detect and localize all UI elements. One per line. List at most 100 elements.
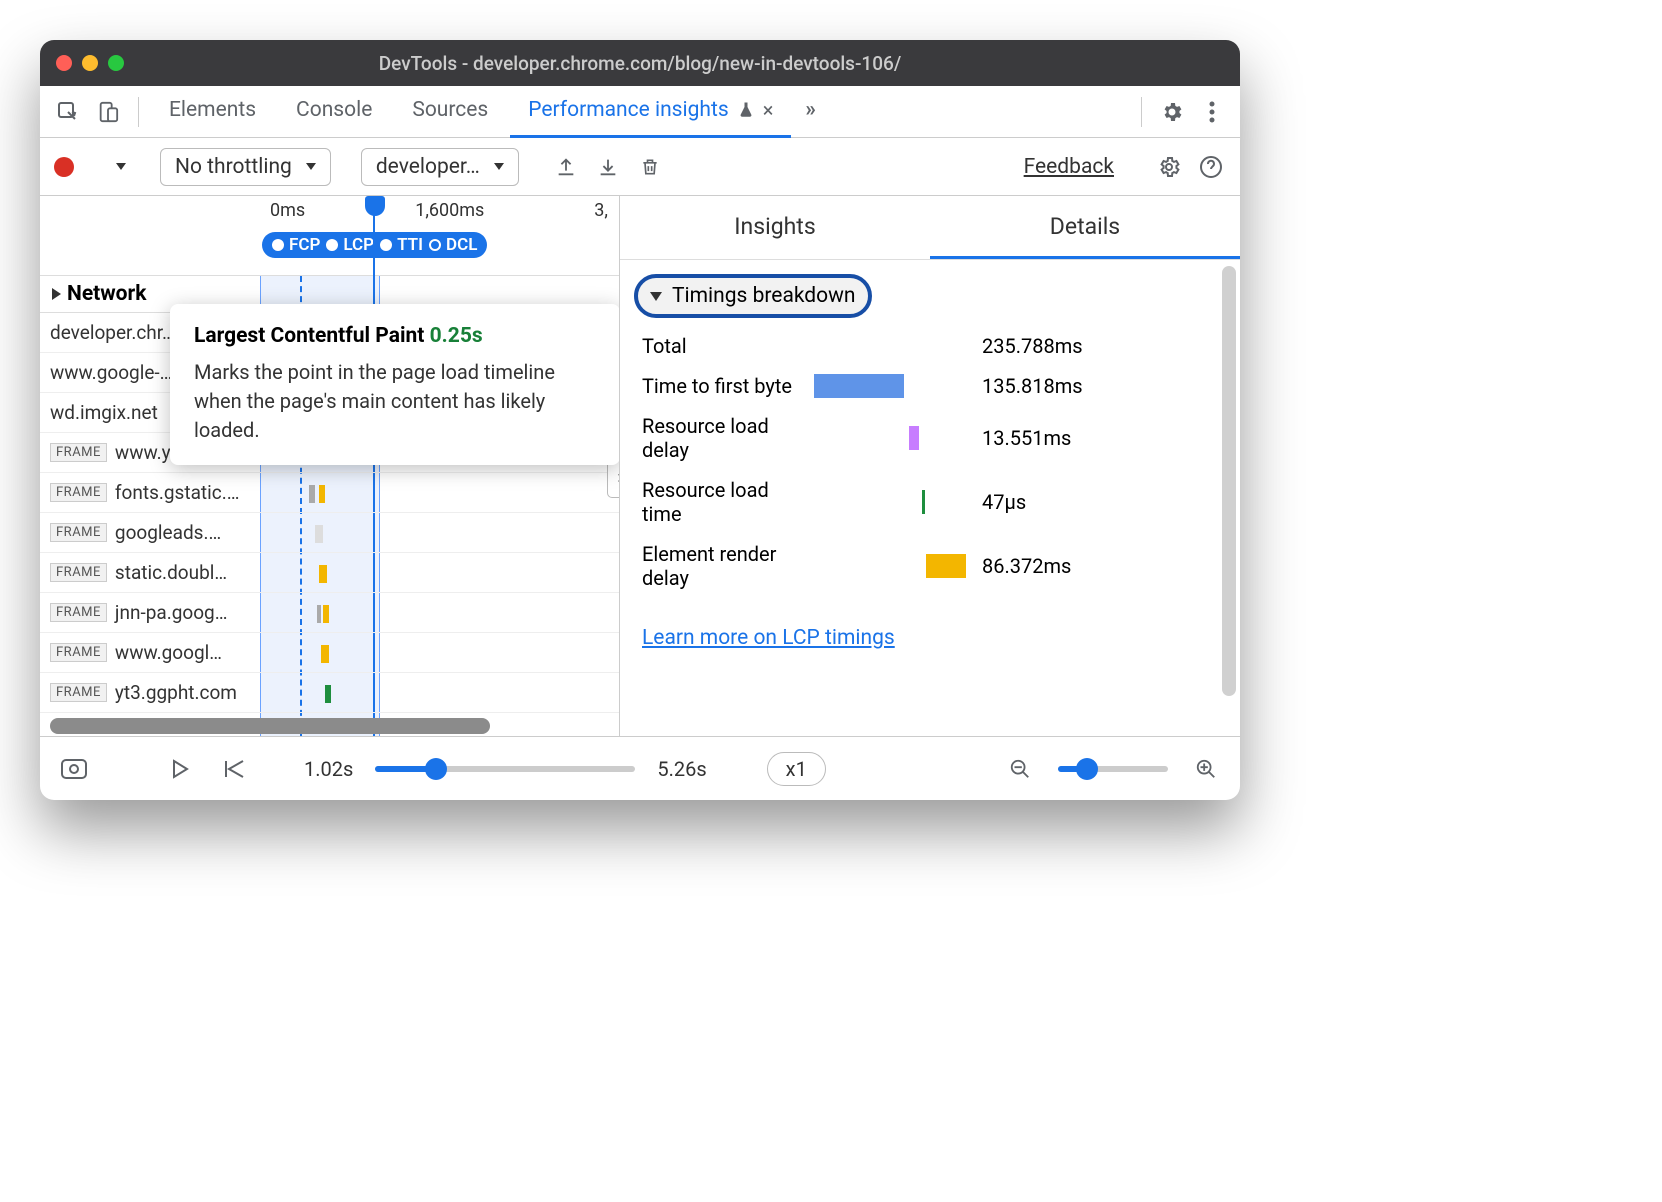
inspect-icon[interactable]: [50, 94, 86, 130]
play-icon[interactable]: [164, 753, 196, 785]
metric-bar-track: [814, 554, 964, 578]
network-row[interactable]: FRAME www.googl…: [40, 633, 619, 673]
host-label: wd.imgix.net: [50, 401, 158, 424]
zoom-slider[interactable]: [1058, 766, 1168, 772]
tab-sources[interactable]: Sources: [394, 86, 506, 138]
host-label: fonts.gstatic.…: [115, 481, 240, 504]
network-row[interactable]: FRAME jnn-pa.goog…: [40, 593, 619, 633]
details-pane: Insights Details Timings breakdown Total…: [620, 196, 1240, 736]
metric-label: Resource load delay: [642, 414, 802, 462]
host-label: googleads.…: [115, 521, 221, 544]
marker-dcl[interactable]: DCL: [429, 235, 477, 255]
metric-bar-track: [814, 374, 964, 398]
playback-footer: 1.02s 5.26s x1: [40, 736, 1240, 800]
help-icon[interactable]: [1196, 152, 1226, 182]
chevron-down-icon: [306, 163, 316, 170]
minimize-window-button[interactable]: [82, 55, 98, 71]
network-row[interactable]: FRAME static.doubl…: [40, 553, 619, 593]
feedback-link[interactable]: Feedback: [1024, 155, 1114, 179]
vertical-scrollbar[interactable]: [1222, 266, 1236, 696]
throttle-select[interactable]: No throttling: [160, 148, 331, 186]
time-slider[interactable]: [375, 766, 635, 772]
tab-console[interactable]: Console: [278, 86, 390, 138]
network-row[interactable]: FRAME fonts.gstatic.…: [40, 473, 619, 513]
frame-badge: FRAME: [50, 483, 107, 502]
maximize-window-button[interactable]: [108, 55, 124, 71]
tick-label: 3,: [594, 200, 608, 221]
marker-tti[interactable]: TTI: [380, 235, 423, 255]
marker-lcp[interactable]: LCP: [326, 235, 374, 255]
record-button[interactable]: [54, 157, 74, 177]
tab-details[interactable]: Details: [930, 196, 1240, 259]
window-title: DevTools - developer.chrome.com/blog/new…: [379, 52, 901, 75]
tab-label: Performance insights: [528, 98, 728, 122]
metric-value: 86.372ms: [982, 554, 1071, 578]
download-icon[interactable]: [593, 152, 623, 182]
host-label: jnn-pa.goog…: [115, 601, 228, 624]
host-label: static.doubl…: [115, 561, 227, 584]
tooltip-title: Largest Contentful Paint: [194, 324, 424, 348]
host-label: www.googl…: [115, 641, 222, 664]
perf-toolbar: No throttling developer… Feedback: [40, 138, 1240, 196]
kebab-menu-icon[interactable]: [1194, 94, 1230, 130]
metric-label: Time to first byte: [642, 374, 802, 398]
slider-thumb[interactable]: [1076, 758, 1098, 780]
metric-label: Element render delay: [642, 542, 802, 590]
marker-fcp[interactable]: FCP: [272, 235, 320, 255]
settings-icon[interactable]: [1154, 94, 1190, 130]
frame-badge: FRAME: [50, 563, 107, 582]
lcp-tooltip: Largest Contentful Paint 0.25s Marks the…: [170, 304, 620, 465]
horizontal-scrollbar[interactable]: [50, 718, 490, 734]
devtools-tabbar: Elements Console Sources Performance ins…: [40, 86, 1240, 138]
timings-breakdown-header[interactable]: Timings breakdown: [634, 274, 872, 318]
device-toggle-icon[interactable]: [90, 94, 126, 130]
timing-markers: FCP LCP TTI DCL: [262, 232, 487, 258]
frame-badge: FRAME: [50, 643, 107, 662]
network-row[interactable]: FRAME yt3.ggpht.com: [40, 673, 619, 713]
upload-icon[interactable]: [551, 152, 581, 182]
tooltip-description: Marks the point in the page load timelin…: [194, 358, 596, 445]
tick-label: 0ms: [270, 200, 305, 221]
metric-row: Time to first byte 135.818ms: [620, 366, 1240, 406]
playhead-handle[interactable]: [365, 196, 385, 216]
tab-performance-insights[interactable]: Performance insights ×: [510, 86, 791, 138]
close-window-button[interactable]: [56, 55, 72, 71]
host-label: www.google-…: [50, 361, 172, 384]
learn-more-link[interactable]: Learn more on LCP timings: [642, 626, 1218, 650]
host-label: developer.chr…: [50, 321, 175, 344]
zoom-out-icon[interactable]: [1004, 753, 1036, 785]
timeline-pane: 0ms 1,600ms 3, FCP LCP TTI DCL Network d…: [40, 196, 620, 736]
tab-insights[interactable]: Insights: [620, 196, 930, 259]
record-dropdown-icon[interactable]: [116, 163, 126, 170]
metric-label: Total: [642, 334, 802, 358]
host-label: yt3.ggpht.com: [115, 681, 237, 704]
metric-label: Resource load time: [642, 478, 802, 526]
chevron-down-icon: [494, 163, 504, 170]
target-select[interactable]: developer…: [361, 148, 519, 186]
metric-bar-track: [814, 490, 964, 514]
timeline-ruler[interactable]: 0ms 1,600ms 3, FCP LCP TTI DCL: [40, 196, 619, 276]
panel-settings-icon[interactable]: [1154, 152, 1184, 182]
metric-value: 235.788ms: [982, 334, 1083, 358]
metric-row: Resource load time47µs: [620, 470, 1240, 534]
frame-badge: FRAME: [50, 443, 107, 462]
tab-elements[interactable]: Elements: [151, 86, 274, 138]
rewind-icon[interactable]: [218, 753, 250, 785]
tabs-overflow-button[interactable]: »: [795, 86, 826, 138]
slider-thumb[interactable]: [425, 758, 447, 780]
preview-icon[interactable]: [58, 753, 90, 785]
flask-icon: [737, 100, 755, 120]
trash-icon[interactable]: [635, 152, 665, 182]
tooltip-value: 0.25s: [430, 324, 483, 348]
close-tab-icon[interactable]: ×: [763, 98, 774, 122]
zoom-level[interactable]: x1: [767, 752, 826, 786]
metric-value: 135.818ms: [982, 374, 1083, 398]
metric-row: Total 235.788ms: [620, 326, 1240, 366]
frame-badge: FRAME: [50, 603, 107, 622]
time-start-label: 1.02s: [304, 757, 353, 781]
frame-badge: FRAME: [50, 523, 107, 542]
network-row[interactable]: FRAME googleads.…: [40, 513, 619, 553]
frame-badge: FRAME: [50, 683, 107, 702]
zoom-in-icon[interactable]: [1190, 753, 1222, 785]
window-titlebar: DevTools - developer.chrome.com/blog/new…: [40, 40, 1240, 86]
